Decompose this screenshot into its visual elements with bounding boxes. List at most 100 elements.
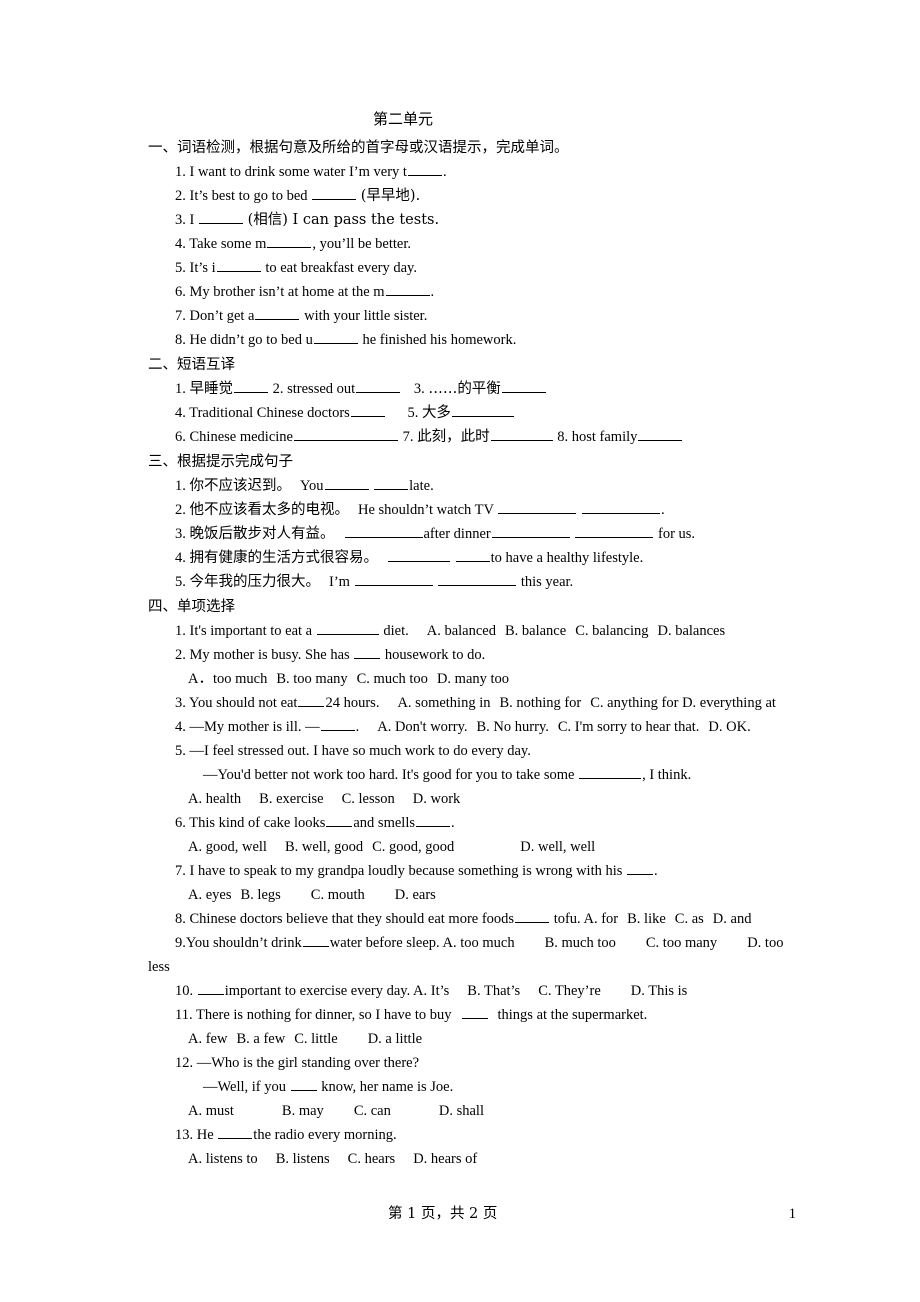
answer-blank[interactable] xyxy=(581,500,660,514)
option-c[interactable]: C. too many xyxy=(646,935,717,951)
answer-blank[interactable] xyxy=(267,234,312,248)
answer-blank[interactable] xyxy=(234,379,268,393)
option-c[interactable]: C. much too xyxy=(357,671,428,687)
answer-blank[interactable] xyxy=(501,379,546,393)
option-a[interactable]: A. health xyxy=(188,791,241,807)
option-row: A. eyes B. legs C. mouth D. ears xyxy=(148,883,788,907)
option-c[interactable]: C. can xyxy=(354,1103,391,1119)
option-d[interactable]: D. a little xyxy=(368,1031,422,1047)
answer-blank[interactable] xyxy=(451,403,514,417)
item-number: 1. xyxy=(175,623,186,639)
answer-blank[interactable] xyxy=(490,427,553,441)
answer-blank[interactable] xyxy=(498,500,577,514)
answer-blank[interactable] xyxy=(216,258,261,272)
option-c[interactable]: C. lesson xyxy=(342,791,395,807)
option-d[interactable]: D. This is xyxy=(631,983,688,999)
answer-blank[interactable] xyxy=(455,548,490,562)
option-a[interactable]: A. something in xyxy=(397,695,490,711)
option-c[interactable]: C. anything for D. everything at xyxy=(590,695,776,711)
option-a[interactable]: A. Don't worry. xyxy=(377,719,467,735)
option-d[interactable]: D. and xyxy=(713,911,752,927)
option-b[interactable]: B. exercise xyxy=(259,791,323,807)
item-number: 6. xyxy=(175,284,186,300)
answer-blank[interactable] xyxy=(298,693,325,707)
item-number: 4. xyxy=(175,550,186,566)
option-b[interactable]: B. nothing for xyxy=(500,695,582,711)
option-d[interactable]: D. hears of xyxy=(413,1151,477,1167)
option-c[interactable]: C. hears xyxy=(348,1151,396,1167)
option-b[interactable]: B. No hurry. xyxy=(477,719,549,735)
option-a[interactable]: A. few xyxy=(188,1031,227,1047)
option-c[interactable]: C. They’re xyxy=(538,983,601,999)
answer-blank[interactable] xyxy=(218,1125,253,1139)
option-a[interactable]: A．too much xyxy=(188,671,267,687)
option-b[interactable]: B. That’s xyxy=(467,983,520,999)
sentence-post: late. xyxy=(409,478,434,494)
option-c[interactable]: C. as xyxy=(675,911,704,927)
answer-blank[interactable] xyxy=(515,909,550,923)
option-b[interactable]: B. well, good xyxy=(285,839,363,855)
option-b[interactable]: B. too many xyxy=(276,671,347,687)
answer-blank[interactable] xyxy=(197,981,224,995)
option-b[interactable]: B. like xyxy=(627,911,666,927)
option-b[interactable]: B. listens xyxy=(276,1151,330,1167)
option-a[interactable]: A. must xyxy=(188,1103,234,1119)
answer-blank[interactable] xyxy=(354,572,433,586)
answer-blank[interactable] xyxy=(344,524,423,538)
answer-blank[interactable] xyxy=(374,476,409,490)
option-d[interactable]: D. OK. xyxy=(708,719,750,735)
answer-blank[interactable] xyxy=(316,621,379,635)
answer-blank[interactable] xyxy=(320,717,355,731)
answer-blank[interactable] xyxy=(356,379,401,393)
answer-blank[interactable] xyxy=(312,186,357,200)
option-a[interactable]: A. eyes xyxy=(188,887,232,903)
option-b[interactable]: B. legs xyxy=(241,887,281,903)
option-d[interactable]: D. work xyxy=(413,791,461,807)
option-c[interactable]: C. mouth xyxy=(311,887,365,903)
answer-blank[interactable] xyxy=(326,813,353,827)
answer-blank[interactable] xyxy=(293,427,398,441)
answer-blank[interactable] xyxy=(302,933,329,947)
option-c[interactable]: C. balancing xyxy=(575,623,648,639)
answer-blank[interactable] xyxy=(354,645,381,659)
answer-blank[interactable] xyxy=(255,306,300,320)
option-a[interactable]: A. listens to xyxy=(188,1151,258,1167)
option-c[interactable]: C. good, good xyxy=(372,839,454,855)
option-d[interactable]: D. balances xyxy=(657,623,725,639)
option-b[interactable]: B. balance xyxy=(505,623,566,639)
option-d[interactable]: D. ears xyxy=(395,887,436,903)
option-d[interactable]: D. well, well xyxy=(520,839,595,855)
answer-blank[interactable] xyxy=(627,861,654,875)
answer-blank[interactable] xyxy=(313,330,358,344)
option-a[interactable]: A. balanced xyxy=(427,623,496,639)
option-d[interactable]: D. shall xyxy=(439,1103,484,1119)
answer-blank[interactable] xyxy=(461,1005,488,1019)
answer-blank[interactable] xyxy=(575,524,654,538)
option-d[interactable]: D. too xyxy=(747,935,783,951)
answer-blank[interactable] xyxy=(290,1077,317,1091)
item-number: 2. xyxy=(175,188,186,204)
sentence-pre: You xyxy=(300,478,324,494)
answer-blank[interactable] xyxy=(388,548,450,562)
answer-blank[interactable] xyxy=(579,765,642,779)
answer-blank[interactable] xyxy=(198,210,243,224)
section-1-item: 2. It’s best to go to bed (早早地). xyxy=(148,184,788,208)
section-4-question: 4. —My mother is ill. —. A. Don't worry. B… xyxy=(148,715,788,739)
option-b[interactable]: B. a few xyxy=(236,1031,285,1047)
option-b[interactable]: B. may xyxy=(282,1103,324,1119)
answer-blank[interactable] xyxy=(638,427,683,441)
option-a[interactable]: A. good, well xyxy=(188,839,267,855)
answer-blank[interactable] xyxy=(324,476,369,490)
answer-blank[interactable] xyxy=(385,282,430,296)
answer-blank[interactable] xyxy=(416,813,450,827)
option-c[interactable]: C. I'm sorry to hear that. xyxy=(558,719,700,735)
option-c[interactable]: C. little xyxy=(294,1031,338,1047)
section-4-question: 5. —I feel stressed out. I have so much … xyxy=(148,739,788,763)
answer-blank[interactable] xyxy=(407,162,442,176)
option-b[interactable]: B. much too xyxy=(545,935,616,951)
answer-blank[interactable] xyxy=(350,403,385,417)
option-d[interactable]: D. many too xyxy=(437,671,509,687)
footer-page-label: 第 1 页，共 2 页 xyxy=(388,1206,498,1222)
answer-blank[interactable] xyxy=(438,572,517,586)
answer-blank[interactable] xyxy=(491,524,570,538)
